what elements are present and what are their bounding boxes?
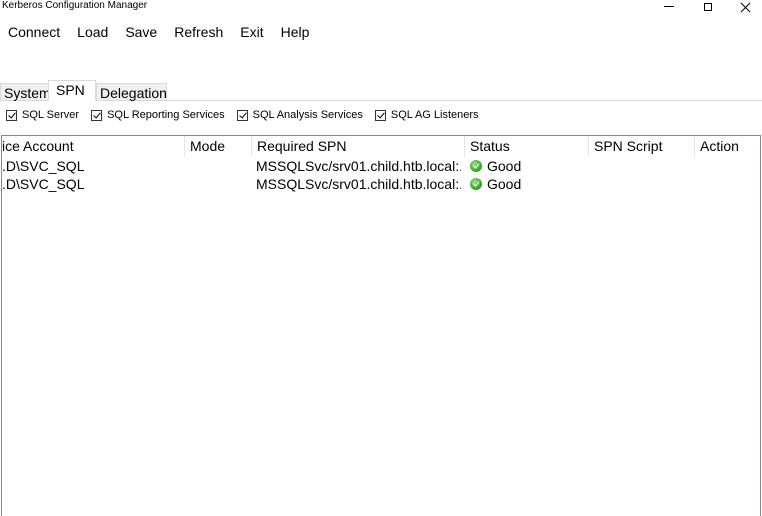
cell-required-spn: MSSQLSvc/srv01.child.htb.local:... [256,158,461,174]
maximize-button[interactable] [689,0,727,13]
filter-label: SQL Reporting Services [107,109,225,121]
service-filters: SQL Server SQL Reporting Services SQL An… [6,106,491,124]
column-header-status[interactable]: Status [465,136,589,157]
checkbox-checked-icon[interactable] [91,109,103,121]
menu-help[interactable]: Help [273,22,318,42]
cell-account: .D\SVC_SQL [2,158,85,174]
filter-sql-server[interactable]: SQL Server [6,107,79,123]
filter-label: SQL Server [22,109,80,121]
cell-mode [190,157,250,175]
tab-strip: System SPN Delegation [0,80,762,101]
minimize-button[interactable] [650,0,688,13]
column-header-service-account[interactable]: ice Account [2,136,185,157]
cell-status: Good [470,157,588,175]
checkbox-checked-icon[interactable] [6,109,17,121]
menu-load[interactable]: Load [69,22,116,42]
tab-delegation[interactable]: Delegation [96,83,167,101]
maximize-icon [704,2,712,11]
table-row[interactable]: .D\SVC_SQL MSSQLSvc/srv01.child.htb.loca… [2,175,760,193]
check-circle-icon [470,178,482,190]
grid-header: ice Account Mode Required SPN Status SPN… [2,136,760,157]
filter-sql-ag-listeners[interactable]: SQL AG Listeners [374,107,479,123]
minimize-icon [664,6,674,7]
title-bar: Kerberos Configuration Manager [0,0,762,13]
menu-bar: Connect Load Save Refresh Exit Help [0,22,318,42]
cell-required-spn: MSSQLSvc/srv01.child.htb.local:... [256,176,461,192]
filter-sql-analysis-services[interactable]: SQL Analysis Services [236,107,363,123]
filter-label: SQL Analysis Services [252,109,363,121]
status-text: Good [487,176,522,192]
tab-system[interactable]: System [0,83,51,101]
checkbox-checked-icon[interactable] [236,109,248,121]
tab-spn[interactable]: SPN [48,80,96,101]
cell-status: Good [470,175,588,193]
menu-save[interactable]: Save [117,22,165,42]
cell-mode [190,175,250,193]
check-circle-icon [470,160,482,172]
close-button[interactable] [727,0,762,13]
column-header-action[interactable]: Action [695,136,760,157]
close-icon [741,2,751,12]
menu-exit[interactable]: Exit [232,22,271,42]
column-header-mode[interactable]: Mode [185,136,252,157]
filter-label: SQL AG Listeners [390,109,479,121]
filter-sql-reporting-services[interactable]: SQL Reporting Services [91,107,225,123]
cell-account: .D\SVC_SQL [2,176,85,192]
column-header-required-spn[interactable]: Required SPN [252,136,465,157]
status-text: Good [487,158,522,174]
window-title: Kerberos Configuration Manager [2,0,148,11]
checkbox-checked-icon[interactable] [374,109,386,121]
menu-refresh[interactable]: Refresh [166,22,231,42]
menu-connect[interactable]: Connect [0,22,68,42]
table-row[interactable]: .D\SVC_SQL MSSQLSvc/srv01.child.htb.loca… [2,157,760,175]
column-header-spn-script[interactable]: SPN Script [589,136,695,157]
spn-grid[interactable]: ice Account Mode Required SPN Status SPN… [1,135,761,516]
